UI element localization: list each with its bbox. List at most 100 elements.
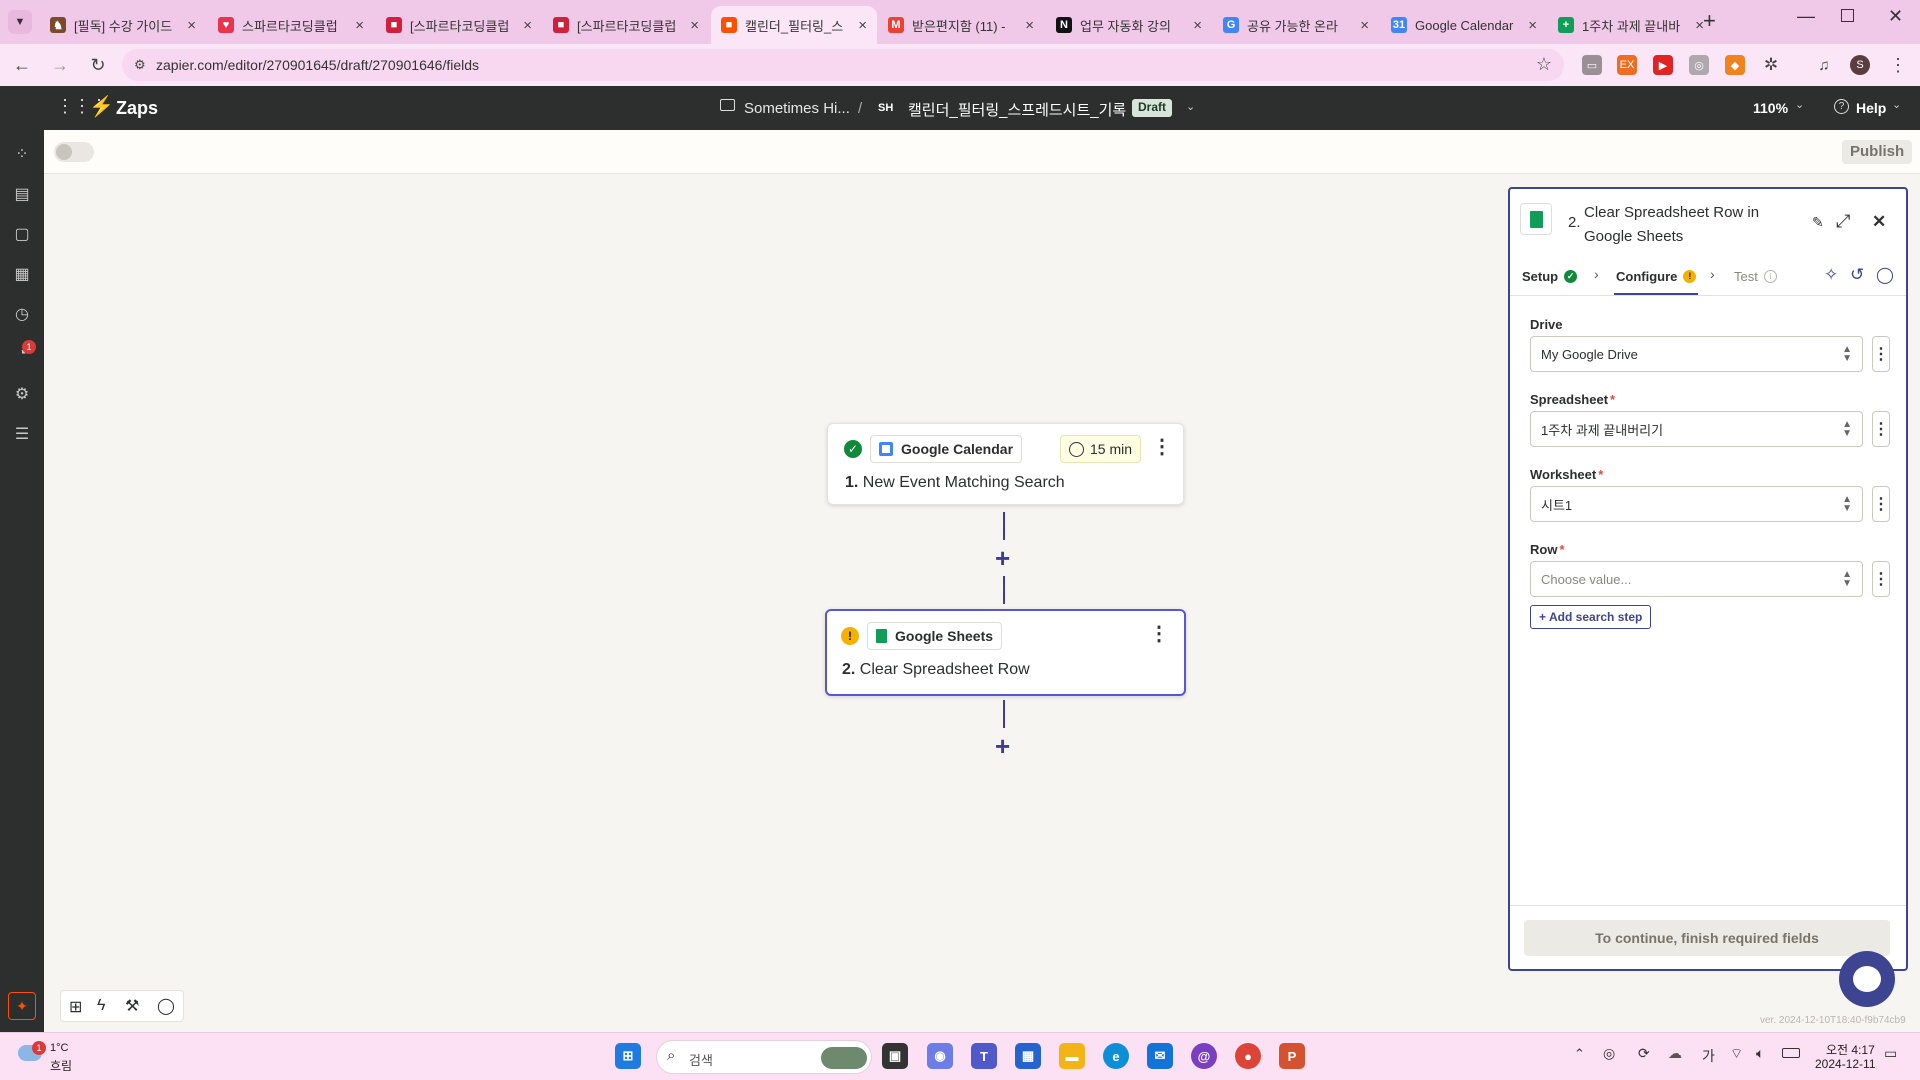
add-search-step-button[interactable]: + Add search step <box>1530 605 1652 629</box>
extension-youtube-icon[interactable]: ▶ <box>1653 55 1673 75</box>
clock-date[interactable]: 2024-12-11 <box>1815 1057 1876 1071</box>
layout-icon[interactable]: ⊞ <box>69 997 82 1017</box>
browser-tab[interactable]: ♞ [필독] 수강 가이드 × <box>40 6 206 44</box>
undo-icon[interactable]: ↺ <box>1850 265 1864 285</box>
tab-close-icon[interactable]: × <box>1528 17 1537 34</box>
zap-title[interactable]: 캘린더_필터링_스프레드시트_기록 <box>908 99 1126 120</box>
step-menu-icon[interactable]: ⋮ <box>1149 621 1169 646</box>
reload-icon[interactable]: ↻ <box>82 49 114 81</box>
profile-avatar-icon[interactable]: S <box>1850 55 1870 75</box>
taskbar-search-box[interactable]: ⌕ 검색 <box>656 1040 872 1074</box>
tab-close-icon[interactable]: × <box>1025 17 1034 34</box>
folder-breadcrumb[interactable]: Sometimes Hi... <box>744 100 850 117</box>
browser-tab[interactable]: ■ [스파르타코딩클럽 × <box>543 6 709 44</box>
site-info-icon[interactable]: ⚙ <box>134 57 146 73</box>
browser-tab[interactable]: ■ [스파르타코딩클럽 × <box>376 6 542 44</box>
step-card-trigger[interactable]: ✓ Google Calendar 15 min ⋮ 1. New Event … <box>827 423 1184 505</box>
media-control-icon[interactable]: ♫ <box>1814 55 1834 75</box>
ime-indicator[interactable]: 가 <box>1702 1046 1715 1066</box>
browser-tab[interactable]: ■ 캘린더_필터링_스 × <box>711 6 877 44</box>
archive-icon[interactable]: ☰ <box>12 424 32 444</box>
notification-center-icon[interactable]: ▭ <box>1884 1045 1897 1062</box>
interfaces-icon[interactable]: ▢ <box>12 224 32 244</box>
spreadsheet-select[interactable]: 1주차 과제 끝내버리기 ▲ ▼ <box>1530 411 1863 447</box>
tab-close-icon[interactable]: × <box>1360 17 1369 34</box>
bookmark-star-icon[interactable]: ☆ <box>1536 54 1552 75</box>
browser-tab[interactable]: N 업무 자동화 강의 × <box>1046 6 1212 44</box>
tab-close-icon[interactable]: × <box>187 17 196 34</box>
minimize-window-button[interactable]: — <box>1797 6 1815 27</box>
tab-configure[interactable]: Configure ! <box>1616 269 1697 284</box>
zap-on-off-toggle[interactable] <box>54 142 94 162</box>
tables-icon[interactable]: ▤ <box>12 184 32 204</box>
windows-start-icon[interactable]: ⊞ <box>615 1043 641 1069</box>
tab-close-icon[interactable]: × <box>355 17 364 34</box>
bolt-icon[interactable]: ϟ <box>97 997 105 1015</box>
tray-overflow-icon[interactable]: ⌃ <box>1574 1046 1585 1062</box>
app-name[interactable]: Zaps <box>116 98 158 119</box>
help-chevron-icon[interactable]: ⌄ <box>1892 98 1901 111</box>
chat-support-button[interactable] <box>1839 951 1895 1007</box>
publish-button[interactable]: Publish <box>1842 140 1913 164</box>
close-panel-icon[interactable]: ✕ <box>1872 212 1886 232</box>
tab-search-dropdown-icon[interactable]: ▼ <box>8 10 32 34</box>
tab-setup[interactable]: Setup ✓ <box>1522 269 1578 284</box>
comment-icon[interactable]: ◯ <box>157 996 175 1016</box>
help-menu[interactable]: Help <box>1856 100 1886 116</box>
tray-sync-icon[interactable]: ⟳ <box>1638 1045 1650 1062</box>
zap-title-chevron-icon[interactable]: ⌄ <box>1186 100 1195 113</box>
extension-ex-icon[interactable]: EX <box>1617 55 1637 75</box>
onedrive-icon[interactable]: ☁ <box>1668 1045 1682 1062</box>
row-select[interactable]: Choose value... ▲ ▼ <box>1530 561 1863 597</box>
volume-icon[interactable]: 🔈︎ <box>1756 1045 1764 1062</box>
browser-menu-icon[interactable]: ⋮ <box>1888 55 1908 75</box>
zoom-chevron-icon[interactable]: ⌄ <box>1795 98 1804 111</box>
extension-metamask-icon[interactable]: ◆ <box>1725 55 1745 75</box>
browser-tab[interactable]: G 공유 가능한 온라 × <box>1213 6 1379 44</box>
comment-icon[interactable]: ◯ <box>1876 265 1894 285</box>
zaps-icon[interactable]: ⁘ <box>12 144 32 164</box>
rename-pencil-icon[interactable]: ✎ <box>1812 214 1824 231</box>
tray-app-icon[interactable]: ◎ <box>1603 1045 1615 1062</box>
network-icon[interactable]: ⌔ <box>1730 1045 1743 1063</box>
new-tab-button[interactable]: + <box>1703 8 1716 34</box>
worksheet-select[interactable]: 시트1 ▲ ▼ <box>1530 486 1863 522</box>
battery-icon[interactable] <box>1782 1048 1800 1058</box>
file-explorer-icon[interactable]: ▬ <box>1059 1043 1085 1069</box>
copilot-icon[interactable]: ✦ <box>8 992 36 1020</box>
copilot-app-icon[interactable]: ◉ <box>927 1043 953 1069</box>
forward-arrow-icon[interactable]: → <box>44 49 76 81</box>
browser-tab[interactable]: ♥ 스파르타코딩클럽 × <box>208 6 374 44</box>
powerpoint-icon[interactable]: P <box>1279 1043 1305 1069</box>
store-icon[interactable]: ▦ <box>1015 1043 1041 1069</box>
field-options-icon[interactable]: ⋮ <box>1872 561 1890 597</box>
restore-window-button[interactable] <box>1841 9 1854 22</box>
step-menu-icon[interactable]: ⋮ <box>1152 434 1172 459</box>
settings-icon[interactable]: ⚙ <box>12 384 32 404</box>
step-card-action[interactable]: ! Google Sheets ⋮ 2. Clear Spreadsheet R… <box>825 609 1186 696</box>
tab-test[interactable]: Test i <box>1734 269 1777 284</box>
add-step-plus-icon[interactable]: + <box>995 733 1010 759</box>
close-window-button[interactable]: ✕ <box>1888 6 1903 27</box>
expand-icon[interactable]: ⤢ <box>1836 211 1850 232</box>
app-purple-icon[interactable]: @ <box>1191 1043 1217 1069</box>
drive-select[interactable]: My Google Drive ▲ ▼ <box>1530 336 1863 372</box>
task-view-icon[interactable]: ▣ <box>882 1043 908 1069</box>
extension-globe-icon[interactable]: ◎ <box>1689 55 1709 75</box>
field-options-icon[interactable]: ⋮ <box>1872 411 1890 447</box>
back-arrow-icon[interactable]: ← <box>6 49 38 81</box>
field-options-icon[interactable]: ⋮ <box>1872 336 1890 372</box>
calendar-icon[interactable]: ▦ <box>12 264 32 284</box>
browser-tab[interactable]: +1주차 과제 끝내바 × <box>1548 6 1714 44</box>
browser-tab[interactable]: 31 Google Calendar × <box>1381 6 1547 44</box>
continue-button[interactable]: To continue, finish required fields <box>1524 920 1890 956</box>
field-options-icon[interactable]: ⋮ <box>1872 486 1890 522</box>
extension-cast-icon[interactable]: ▭ <box>1582 55 1602 75</box>
chrome-icon[interactable]: ● <box>1235 1043 1261 1069</box>
tab-close-icon[interactable]: × <box>858 17 867 34</box>
clock-time[interactable]: 오전 4:17 <box>1826 1041 1875 1058</box>
browser-tab[interactable]: M 받은편지함 (11) - × <box>878 6 1044 44</box>
zoom-level[interactable]: 110% <box>1753 100 1788 116</box>
url-bar[interactable]: ⚙ zapier.com/editor/270901645/draft/2709… <box>122 49 1564 81</box>
tab-close-icon[interactable]: × <box>523 17 532 34</box>
